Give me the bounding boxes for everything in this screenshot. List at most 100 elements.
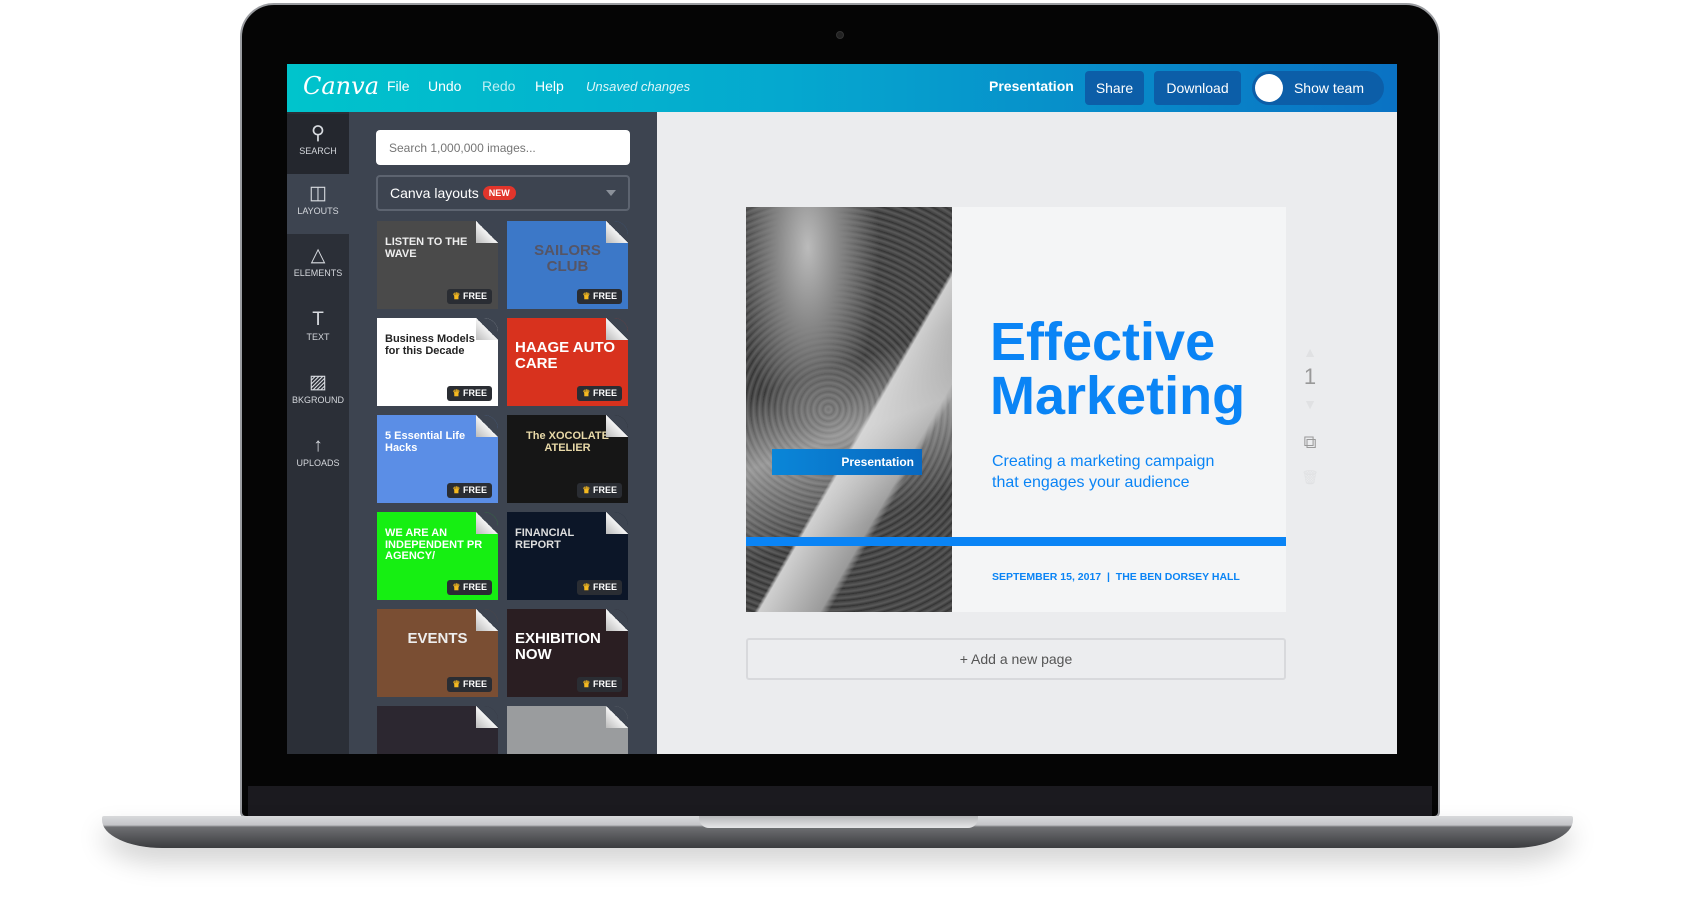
page-number: 1 [1303, 364, 1317, 389]
free-badge: ♛ FREE [577, 483, 622, 498]
sidebar-item-layouts[interactable]: ◫ LAYOUTS [287, 174, 349, 234]
template-thumbnail[interactable] [507, 706, 628, 754]
free-badge: ♛ FREE [447, 483, 492, 498]
camera [836, 31, 844, 39]
add-page-button[interactable]: + Add a new page [746, 638, 1286, 680]
template-thumbnail[interactable]: 5 Essential Life Hacks ♛ FREE [377, 415, 498, 503]
template-thumbnail[interactable] [377, 706, 498, 754]
top-bar: Canva File Undo Redo Help Unsaved change… [287, 64, 1397, 112]
free-label: FREE [462, 679, 487, 689]
free-label: FREE [462, 291, 487, 301]
sidebar-item-elements[interactable]: △ ELEMENTS [287, 236, 349, 296]
sidebar-item-label: ELEMENTS [293, 268, 343, 278]
show-team-button[interactable]: Show team [1252, 71, 1384, 105]
share-button[interactable]: Share [1085, 71, 1144, 105]
upload-arrow-icon: ↑ [313, 435, 323, 456]
page-curl [476, 318, 498, 340]
free-badge: ♛ FREE [447, 677, 492, 692]
template-title: LISTEN TO THE WAVE [385, 236, 468, 260]
page-curl [606, 318, 628, 340]
event-date: SEPTEMBER 15, 2017 [992, 571, 1102, 583]
page-curl [476, 609, 498, 631]
move-up-icon[interactable]: ▲ [1300, 344, 1320, 360]
layouts-dropdown[interactable]: Canva layouts NEW [376, 175, 630, 211]
sidebar-item-search[interactable]: ⚲ SEARCH [287, 114, 349, 174]
slide-subtitle[interactable]: Creating a marketing campaign that engage… [992, 451, 1214, 493]
doc-type-label[interactable]: Presentation [989, 78, 1074, 94]
template-thumbnail[interactable]: LISTEN TO THE WAVE ♛ FREE [377, 221, 498, 309]
free-badge: ♛ FREE [577, 289, 622, 304]
template-title: FINANCIAL REPORT [515, 527, 575, 551]
image-search-input[interactable] [376, 130, 630, 165]
free-label: FREE [462, 485, 487, 495]
event-venue: THE BEN DORSEY HALL [1115, 571, 1240, 583]
sidebar-item-label: BKGROUND [291, 395, 344, 405]
sidebar-item-label: LAYOUTS [297, 206, 339, 216]
sidebar-item-label: SEARCH [299, 146, 337, 156]
free-badge: ♛ FREE [577, 386, 622, 401]
free-label: FREE [462, 388, 487, 398]
template-thumbnail[interactable]: The XOCOLATE ATELIER ♛ FREE [507, 415, 628, 503]
laptop-chin [248, 786, 1432, 816]
free-badge: ♛ FREE [447, 580, 492, 595]
accent-bar [746, 537, 1286, 546]
template-thumbnail[interactable]: EXHIBITION NOW ♛ FREE [507, 609, 628, 697]
template-title: Business Models for this Decade [385, 333, 475, 357]
menu-file[interactable]: File [387, 78, 410, 94]
template-thumbnail[interactable]: SAILORS CLUB ♛ FREE [507, 221, 628, 309]
sidebar-item-text[interactable]: T TEXT [287, 300, 349, 360]
slide-title[interactable]: Effective Marketing [990, 315, 1245, 423]
free-badge: ♛ FREE [447, 289, 492, 304]
avatar [1255, 74, 1283, 102]
template-title: EVENTS [407, 630, 468, 647]
template-thumbnail[interactable]: EVENTS ♛ FREE [377, 609, 498, 697]
download-button[interactable]: Download [1154, 71, 1241, 105]
free-label: FREE [592, 679, 617, 689]
sidebar-item-uploads[interactable]: ↑ UPLOADS [287, 426, 349, 486]
chevron-down-icon [606, 190, 616, 196]
template-title: HAAGE AUTO CARE [515, 339, 616, 372]
free-label: FREE [462, 582, 487, 592]
sidebar-item-label: UPLOADS [296, 458, 340, 468]
template-thumbnail[interactable]: Business Models for this Decade ♛ FREE [377, 318, 498, 406]
forest-photo[interactable] [746, 207, 952, 612]
template-thumbnail[interactable]: HAAGE AUTO CARE ♛ FREE [507, 318, 628, 406]
crown-icon: ♛ [582, 388, 591, 398]
page-curl [606, 609, 628, 631]
shapes-icon: △ [310, 245, 326, 266]
crown-icon: ♛ [452, 485, 461, 495]
dropdown-value: Canva layouts [390, 185, 479, 201]
template-title: 5 Essential Life Hacks [385, 430, 466, 454]
move-down-icon[interactable]: ▼ [1300, 396, 1320, 412]
copy-page-icon[interactable]: ⧉ [1300, 432, 1320, 453]
crown-icon: ♛ [582, 485, 591, 495]
slide-canvas[interactable]: Presentation Effective Marketing Creating… [746, 207, 1286, 612]
template-title: SAILORS CLUB [534, 242, 601, 275]
template-thumbnail[interactable]: WE ARE AN INDEPENDENT PR AGENCY/ ♛ FREE [377, 512, 498, 600]
template-thumbnail[interactable]: FINANCIAL REPORT ♛ FREE [507, 512, 628, 600]
sidebar-item-bkground[interactable]: ▨ BKGROUND [287, 363, 349, 423]
free-badge: ♛ FREE [577, 677, 622, 692]
menu-undo[interactable]: Undo [428, 78, 461, 94]
presentation-badge[interactable]: Presentation [772, 449, 922, 475]
free-label: FREE [592, 582, 617, 592]
search-icon: ⚲ [311, 123, 325, 144]
canva-logo[interactable]: Canva [303, 72, 379, 100]
crown-icon: ♛ [452, 679, 461, 689]
layouts-panel: Canva layoutsNEW LISTEN TO THE WAVE ♛ FRE… [349, 112, 657, 754]
show-team-label: Show team [1293, 80, 1364, 96]
canva-editor: Canva File Undo Redo Help Unsaved change… [287, 64, 1397, 754]
menu-help[interactable]: Help [535, 78, 564, 94]
text-icon: T [312, 309, 324, 330]
sidebar-item-label: TEXT [306, 332, 330, 342]
page-curl [606, 706, 628, 728]
trash-icon[interactable]: 🗑 [1300, 469, 1320, 486]
free-label: FREE [592, 291, 617, 301]
layouts-icon: ◫ [309, 183, 327, 204]
menu-redo[interactable]: Redo [482, 78, 515, 94]
template-title: WE ARE AN INDEPENDENT PR AGENCY/ [385, 527, 483, 563]
template-title: The XOCOLATE ATELIER [526, 430, 609, 454]
free-badge: ♛ FREE [447, 386, 492, 401]
crown-icon: ♛ [452, 582, 461, 592]
slide-date-venue[interactable]: SEPTEMBER 15, 2017 | THE BEN DORSEY HALL [992, 571, 1240, 583]
